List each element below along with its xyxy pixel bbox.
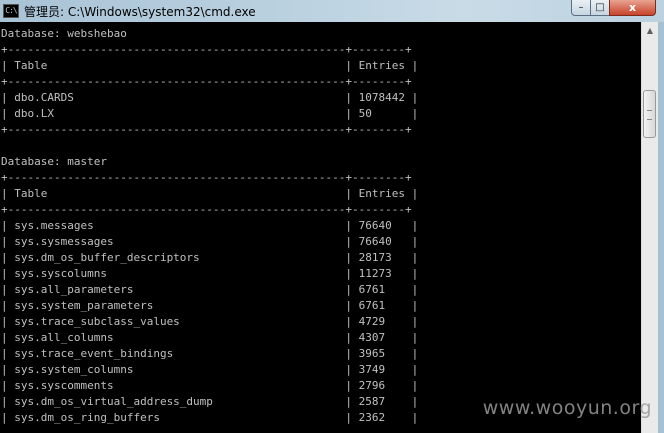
maximize-button[interactable]: □ <box>590 0 610 16</box>
console-line: +---------------------------------------… <box>1 171 412 184</box>
console-line: | Table | Entries | <box>1 59 419 72</box>
console-line: | sys.sysmessages | 76640 | <box>1 235 419 248</box>
console-output[interactable]: Database: webshebao +-------------------… <box>0 22 641 433</box>
console-line: +---------------------------------------… <box>1 75 412 88</box>
console-text: Database: webshebao +-------------------… <box>0 22 641 426</box>
console-line: | sys.dm_os_virtual_address_dump | 2587 … <box>1 395 419 408</box>
console-line: | sys.system_parameters | 6761 | <box>1 299 419 312</box>
window-titlebar[interactable]: C:\ 管理员: C:\Windows\system32\cmd.exe – □… <box>0 0 664 22</box>
console-line: | dbo.CARDS | 1078442 | <box>1 91 419 104</box>
console-line: | sys.trace_subclass_values | 4729 | <box>1 315 419 328</box>
console-line: | sys.dm_os_ring_buffers | 2362 | <box>1 411 419 424</box>
window-title: 管理员: C:\Windows\system32\cmd.exe <box>24 5 256 19</box>
scroll-thumb[interactable] <box>643 90 656 138</box>
cmd-icon: C:\ <box>3 4 19 18</box>
minimize-button[interactable]: – <box>571 0 591 16</box>
console-line: Database: master <box>1 155 107 168</box>
console-line: | sys.messages | 76640 | <box>1 219 419 232</box>
console-line: | sys.syscomments | 2796 | <box>1 379 419 392</box>
console-line: | sys.all_parameters | 6761 | <box>1 283 419 296</box>
console-line: +---------------------------------------… <box>1 203 412 216</box>
console-line: | sys.trace_event_bindings | 3965 | <box>1 347 419 360</box>
vertical-scrollbar[interactable]: ▲ <box>641 22 658 433</box>
console-line: Database: webshebao <box>1 27 127 40</box>
console-line: +---------------------------------------… <box>1 43 412 56</box>
window-frame-right <box>658 22 664 433</box>
console-line: | sys.system_columns | 3749 | <box>1 363 419 376</box>
grip-icon <box>647 110 652 120</box>
console-line: | sys.all_columns | 4307 | <box>1 331 419 344</box>
close-button[interactable]: x <box>609 0 656 16</box>
scroll-up-arrow-icon[interactable]: ▲ <box>642 22 658 39</box>
console-line: +---------------------------------------… <box>1 123 412 136</box>
console-line: | Table | Entries | <box>1 187 419 200</box>
console-line: | dbo.LX | 50 | <box>1 107 419 120</box>
watermark: www.wooyun.org <box>482 397 652 419</box>
console-line: | sys.dm_os_buffer_descriptors | 28173 | <box>1 251 419 264</box>
console-line: | sys.syscolumns | 11273 | <box>1 267 419 280</box>
